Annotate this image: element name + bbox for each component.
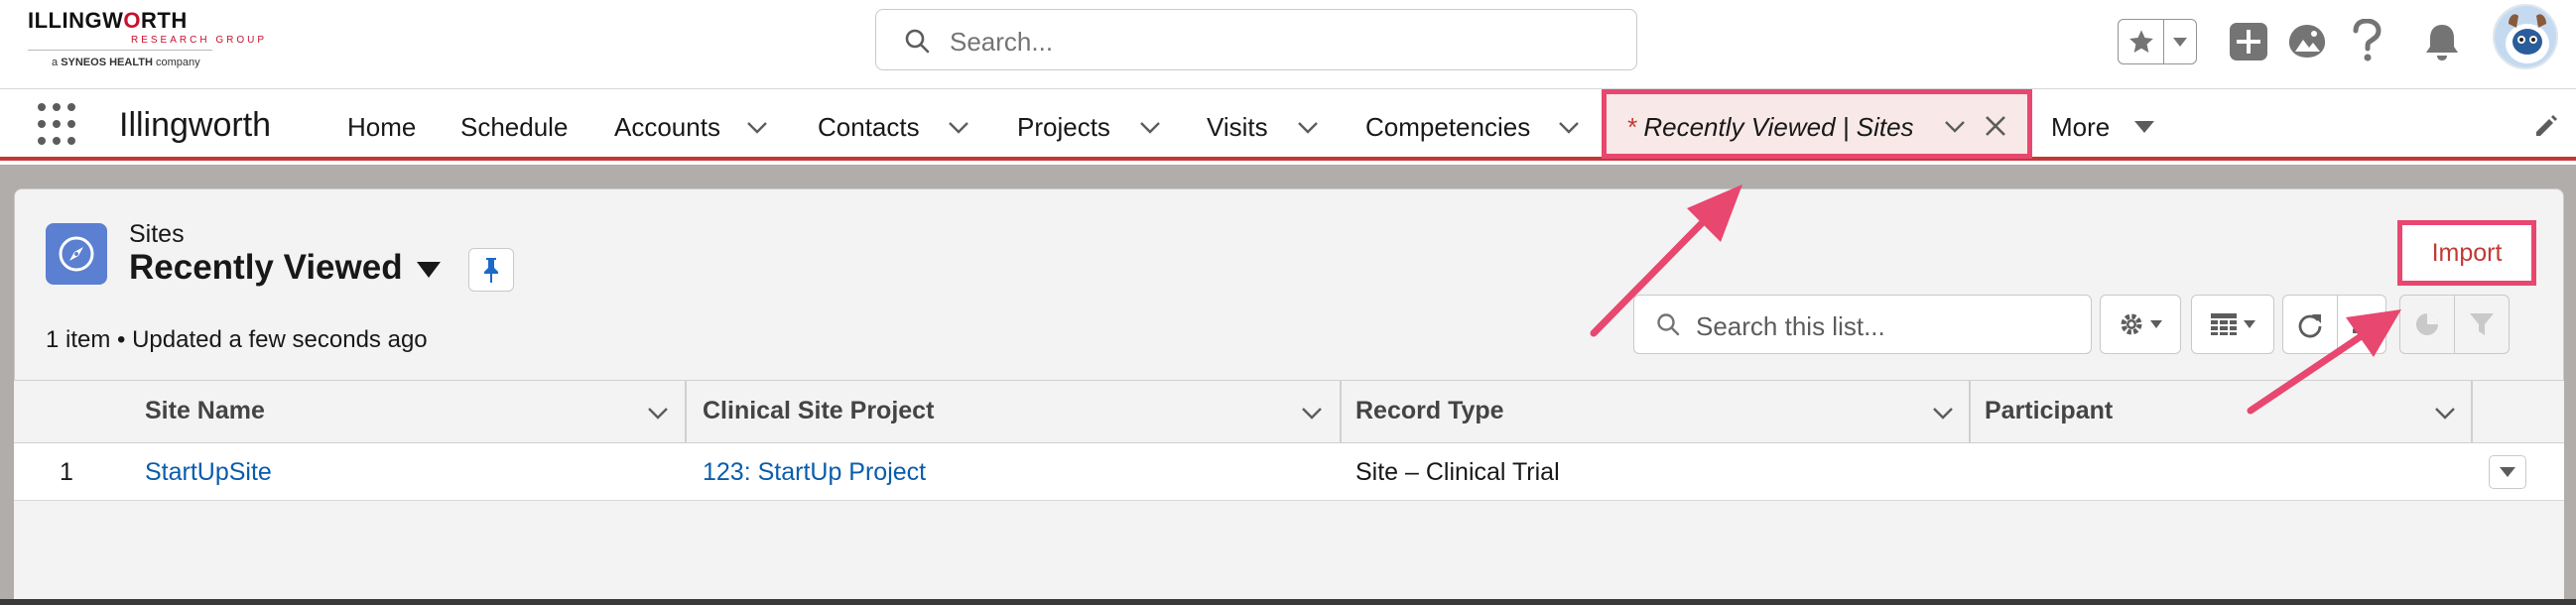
site-name-link[interactable]: StartUpSite	[145, 458, 272, 487]
nav-item-contacts[interactable]: Contacts	[818, 112, 920, 143]
caret-down-icon	[2150, 320, 2162, 328]
logo-company-line: a SYNEOS HEALTH company	[52, 57, 200, 68]
sites-object-icon	[46, 223, 107, 285]
nav-item-accounts[interactable]: Accounts	[614, 112, 720, 143]
avatar[interactable]	[2493, 4, 2558, 69]
pin-icon	[484, 258, 498, 283]
global-search-input[interactable]: Search...	[875, 9, 1637, 70]
pencil-icon	[2353, 318, 2368, 333]
column-header-participant[interactable]: Participant	[1985, 397, 2113, 425]
close-icon[interactable]	[1984, 114, 2007, 138]
row-actions-button[interactable]	[2489, 455, 2526, 489]
list-empty-area	[14, 501, 2564, 600]
chevron-down-icon[interactable]	[2433, 401, 2457, 424]
logo-wordmark: ILLINGWORTH	[28, 8, 188, 33]
edit-nav-icon[interactable]	[2532, 112, 2560, 140]
gear-icon	[2121, 313, 2142, 335]
column-divider	[1340, 381, 1342, 442]
column-divider	[685, 381, 687, 442]
astro-avatar-icon	[2495, 6, 2556, 67]
tab-label: * Recently Viewed | Sites	[1626, 112, 1914, 142]
nav-item-visits[interactable]: Visits	[1207, 112, 1268, 143]
caret-down-icon[interactable]	[2133, 120, 2155, 134]
chart-icon	[2416, 313, 2438, 335]
record-type-cell: Site – Clinical Trial	[1355, 458, 1560, 486]
inline-edit-button[interactable]	[2337, 295, 2386, 354]
list-meta-info: 1 item • Updated a few seconds ago	[46, 326, 428, 353]
list-search-input[interactable]: Search this list...	[1633, 295, 2092, 354]
global-header: ILLINGWORTH RESEARCH GROUP a SYNEOS HEAL…	[0, 0, 2576, 89]
chevron-down-icon[interactable]	[1942, 113, 1968, 139]
logo-divider	[28, 50, 212, 51]
column-divider	[2471, 381, 2473, 442]
chevron-down-icon[interactable]	[1931, 401, 1955, 424]
column-header-record-type[interactable]: Record Type	[1355, 397, 1504, 425]
favorites-dropdown-button[interactable]	[2164, 20, 2196, 63]
app-name: Illingworth	[119, 106, 272, 144]
app-navigation-bar: Illingworth Home Schedule Accounts Conta…	[0, 89, 2576, 161]
list-view-picker-icon[interactable]	[415, 260, 443, 280]
column-header-clinical-site-project[interactable]: Clinical Site Project	[703, 397, 934, 425]
object-label: Sites	[129, 220, 185, 248]
logo-tagline: RESEARCH GROUP	[131, 35, 268, 46]
filter-icon	[2470, 313, 2494, 335]
filters-button[interactable]	[2454, 295, 2510, 354]
nav-item-schedule[interactable]: Schedule	[460, 112, 568, 143]
refresh-button[interactable]	[2282, 295, 2338, 354]
compass-icon	[59, 236, 94, 272]
pin-list-button[interactable]	[468, 248, 514, 292]
list-view-title[interactable]: Recently Viewed	[129, 248, 403, 288]
help-icon	[2353, 19, 2382, 61]
search-icon	[905, 29, 930, 54]
search-icon	[1657, 313, 1680, 336]
add-icon	[2230, 23, 2267, 60]
star-icon	[2128, 30, 2153, 53]
caret-down-icon	[2500, 467, 2515, 477]
chevron-down-icon[interactable]	[646, 401, 670, 424]
window-bottom-edge	[0, 599, 2576, 605]
chevron-down-icon[interactable]	[1295, 114, 1321, 140]
list-search-placeholder: Search this list...	[1696, 311, 1885, 341]
global-search-placeholder: Search...	[950, 27, 1054, 57]
notifications-button[interactable]	[2422, 20, 2462, 63]
company-logo[interactable]: ILLINGWORTH RESEARCH GROUP a SYNEOS HEAL…	[28, 8, 268, 79]
caret-down-icon	[2244, 320, 2255, 328]
chevron-down-icon	[2173, 38, 2187, 47]
app-launcher-icon[interactable]	[38, 103, 81, 147]
tab-recently-viewed-sites[interactable]: * Recently Viewed | Sites	[1602, 89, 2032, 159]
chevron-down-icon[interactable]	[1300, 401, 1324, 424]
chevron-down-icon[interactable]	[744, 114, 770, 140]
nav-item-projects[interactable]: Projects	[1017, 112, 1110, 143]
import-button[interactable]: Import	[2397, 220, 2536, 286]
charts-button[interactable]	[2399, 295, 2455, 354]
nav-item-more[interactable]: More	[2051, 112, 2110, 143]
chevron-down-icon[interactable]	[946, 114, 971, 140]
favorites-button-group[interactable]	[2118, 19, 2197, 64]
display-as-button[interactable]	[2191, 295, 2274, 354]
chevron-down-icon[interactable]	[1137, 114, 1163, 140]
trailhead-button[interactable]	[2285, 22, 2329, 61]
column-header-site-name[interactable]: Site Name	[145, 397, 265, 425]
trailhead-icon	[2288, 25, 2326, 58]
global-actions-button[interactable]	[2229, 22, 2268, 61]
help-button[interactable]	[2348, 18, 2385, 63]
refresh-icon	[2298, 314, 2322, 338]
row-number: 1	[60, 458, 73, 486]
nav-item-competencies[interactable]: Competencies	[1365, 112, 1530, 143]
nav-item-home[interactable]: Home	[347, 112, 416, 143]
table-row: 1 StartUpSite 123: StartUp Project Site …	[14, 443, 2564, 501]
favorites-star-button[interactable]	[2119, 20, 2164, 63]
chevron-down-icon[interactable]	[1556, 114, 1582, 140]
column-divider	[1969, 381, 1971, 442]
list-settings-button[interactable]	[2100, 295, 2181, 354]
table-icon	[2211, 313, 2237, 335]
clinical-site-project-link[interactable]: 123: StartUp Project	[703, 458, 926, 487]
table-header-row: Site Name Clinical Site Project Record T…	[14, 380, 2564, 443]
bell-icon	[2426, 25, 2458, 60]
